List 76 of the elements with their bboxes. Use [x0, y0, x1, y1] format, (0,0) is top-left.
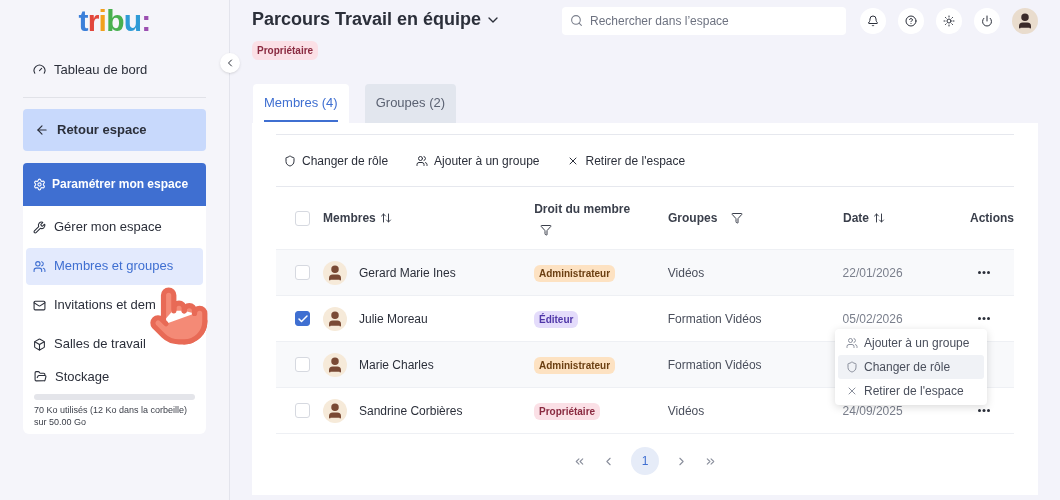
menu-item[interactable]: Retirer de l'espace [838, 379, 984, 403]
column-header: Actions [969, 210, 1014, 227]
groups-cell: Formation Vidéos [667, 311, 762, 326]
shield-icon [846, 361, 858, 373]
bell-icon [867, 14, 879, 27]
avatar [323, 398, 347, 423]
close-icon [846, 385, 858, 397]
menu-item[interactable]: Ajouter à un groupe [838, 331, 984, 355]
user-avatar[interactable] [1012, 7, 1038, 34]
more-icon [978, 409, 990, 412]
sidebar-item[interactable]: Salles de travail [26, 325, 203, 363]
role-badge: Éditeur [533, 310, 579, 328]
member-name: Julie Moreau [359, 310, 428, 328]
wrench-icon [33, 220, 46, 234]
toolbar-button[interactable]: Ajouter à un groupe [416, 151, 540, 170]
settings-icon [33, 177, 46, 191]
gauge-icon [33, 63, 46, 77]
column-header: Droit du membre [534, 201, 631, 218]
tab[interactable]: Groupes (2) [364, 84, 457, 123]
column-header: Membres [323, 210, 376, 227]
groups-cell: Vidéos [667, 265, 705, 280]
search-icon [570, 13, 583, 27]
checkbox[interactable] [295, 311, 310, 326]
notifications-button[interactable] [860, 7, 886, 34]
back-button[interactable]: Retour espace [23, 108, 206, 151]
menu-item[interactable]: Changer de rôle [838, 355, 984, 379]
storage-label: Stockage [34, 366, 195, 386]
toolbar-button[interactable]: Changer de rôle [284, 151, 389, 170]
folder-icon [34, 369, 47, 383]
groups-cell: Vidéos [667, 403, 705, 418]
date-cell: 24/09/2025 [842, 403, 903, 418]
storage-usage: 70 Ko utilisés (12 Ko dans la corbeille) sur 50.00 Go [34, 404, 189, 428]
role-badge: Propriétaire [533, 402, 601, 420]
more-icon [978, 317, 990, 320]
collapse-button[interactable] [220, 53, 240, 73]
filter-icon[interactable] [540, 224, 553, 236]
users-icon [846, 337, 858, 349]
users-icon [416, 154, 429, 167]
sort-icon[interactable] [873, 212, 885, 224]
sidebar-item[interactable]: Membres et groupes [26, 247, 203, 285]
dashboard-link[interactable]: Tableau de bord [23, 55, 206, 85]
column-header: Date [842, 210, 869, 227]
member-name: Sandrine Corbières [359, 402, 463, 420]
help-button[interactable] [898, 7, 924, 34]
date-cell: 22/01/2026 [842, 265, 903, 280]
space-title[interactable]: Parcours Travail en équipe [252, 6, 502, 33]
avatar [323, 352, 347, 377]
shield-icon [284, 154, 296, 167]
toolbar-button[interactable]: Retirer de l'espace [567, 151, 686, 170]
theme-button[interactable] [936, 7, 962, 34]
help-icon [905, 14, 917, 27]
sidebar-item[interactable]: Gérer mon espace [26, 208, 203, 246]
member-name: Marie Charles [359, 356, 434, 374]
power-icon [981, 14, 993, 27]
settings-button[interactable]: Paramétrer mon espace [23, 162, 206, 206]
column-header: Groupes [668, 210, 718, 227]
sun-icon [943, 14, 955, 27]
logo: tribu: [78, 3, 151, 39]
envelope-icon [33, 298, 46, 312]
avatar [323, 306, 347, 331]
member-name: Gerard Marie Ines [359, 264, 456, 282]
role-badge: Administrateur [533, 356, 616, 374]
role-badge: Administrateur [533, 264, 616, 282]
logout-button[interactable] [974, 7, 1000, 34]
groups-cell: Formation Vidéos [667, 357, 762, 372]
users-icon [33, 259, 46, 273]
page-button[interactable]: 1 [631, 447, 659, 475]
more-icon [978, 271, 990, 274]
cube-icon [33, 337, 46, 351]
search-field[interactable]: Rechercher dans l’espace [562, 6, 846, 35]
avatar [323, 260, 347, 285]
sort-icon[interactable] [379, 212, 392, 224]
filter-icon[interactable] [731, 212, 744, 224]
role-badge: Propriétaire [252, 41, 319, 60]
tab[interactable]: Membres (4) [253, 84, 349, 123]
date-cell: 05/02/2026 [842, 311, 903, 326]
